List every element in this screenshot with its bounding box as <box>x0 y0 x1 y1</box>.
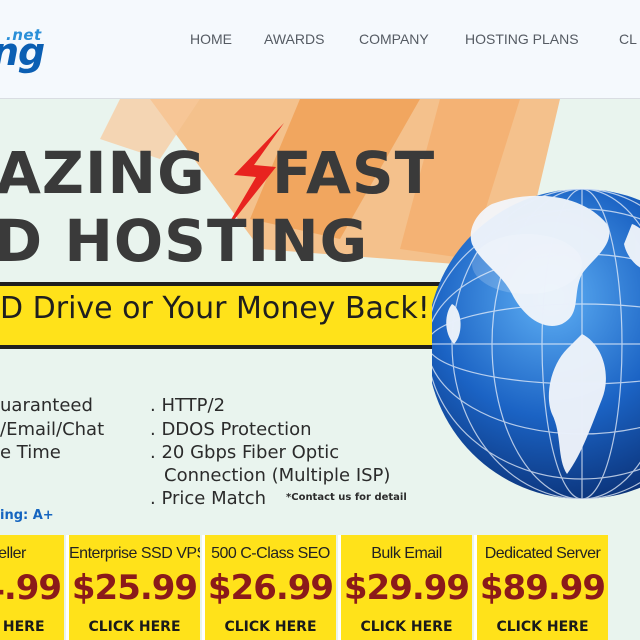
plan-cta-button[interactable]: CLICK HERE <box>0 619 64 635</box>
nav-company[interactable]: COMPANY <box>359 31 429 47</box>
plan-card-dedicated-server[interactable]: Dedicated Server $89.99 CLICK HERE <box>474 535 608 640</box>
plan-cta-button[interactable]: CLICK HERE <box>477 619 608 635</box>
plan-cta-button[interactable]: CLICK HERE <box>205 619 336 635</box>
feature-right-4: Connection (Multiple ISP) <box>164 465 391 486</box>
plan-name: Bulk Email <box>371 545 442 562</box>
nav-home[interactable]: HOME <box>190 31 232 47</box>
site-header: ng .net HOME AWARDS COMPANY HOSTING PLAN… <box>0 0 640 99</box>
feature-right-1: . HTTP/2 <box>150 395 226 416</box>
plan-card-enterprise-ssd-vps[interactable]: Enterprise SSD VPS $25.99 CLICK HERE <box>66 535 200 640</box>
plan-name: 500 C-Class SEO <box>211 545 330 562</box>
plan-card-bulk-email[interactable]: Bulk Email $29.99 CLICK HERE <box>338 535 472 640</box>
rating-text: ing: A+ <box>0 508 54 523</box>
plan-price: $24.99 <box>0 568 62 608</box>
feature-right-3: . 20 Gbps Fiber Optic <box>150 442 340 463</box>
guarantee-text: D Drive or Your Money Back! <box>0 291 430 326</box>
plan-price: $89.99 <box>479 568 606 608</box>
plan-name: Enterprise SSD VPS <box>69 545 200 562</box>
plan-price: $25.99 <box>71 568 198 608</box>
plan-name: Dedicated Server <box>484 545 601 562</box>
plans-strip: Reseller $24.99 CLICK HERE Enterprise SS… <box>0 535 610 640</box>
nav-hosting-plans[interactable]: HOSTING PLANS <box>465 31 579 47</box>
plan-name: Reseller <box>0 545 26 562</box>
nav-awards[interactable]: AWARDS <box>264 31 324 47</box>
plan-price: $26.99 <box>207 568 334 608</box>
globe-icon <box>432 188 640 500</box>
plan-card-reseller[interactable]: Reseller $24.99 CLICK HERE <box>0 535 64 640</box>
feature-left-3: e Time <box>0 442 61 463</box>
headline-line1-left: AZING <box>0 139 206 207</box>
plan-cta-button[interactable]: CLICK HERE <box>341 619 472 635</box>
plan-card-c-class-seo[interactable]: 500 C-Class SEO $26.99 CLICK HERE <box>202 535 336 640</box>
hero-banner[interactable]: AZING FAST D HOSTING D Drive or Your Mon… <box>0 99 640 640</box>
feature-left-1: uaranteed <box>0 395 93 416</box>
feature-right-2: . DDOS Protection <box>150 419 312 440</box>
headline-line1-right: FAST <box>272 139 436 207</box>
logo-net-text[interactable]: .net <box>6 26 42 44</box>
plan-price: $29.99 <box>343 568 470 608</box>
plan-cta-button[interactable]: CLICK HERE <box>69 619 200 635</box>
nav-clients[interactable]: CL <box>619 31 637 47</box>
feature-right-5: . Price Match <box>150 488 266 509</box>
price-match-note: *Contact us for detail <box>286 492 407 503</box>
headline-line2: D HOSTING <box>0 207 369 275</box>
feature-left-2: /Email/Chat <box>0 419 105 440</box>
